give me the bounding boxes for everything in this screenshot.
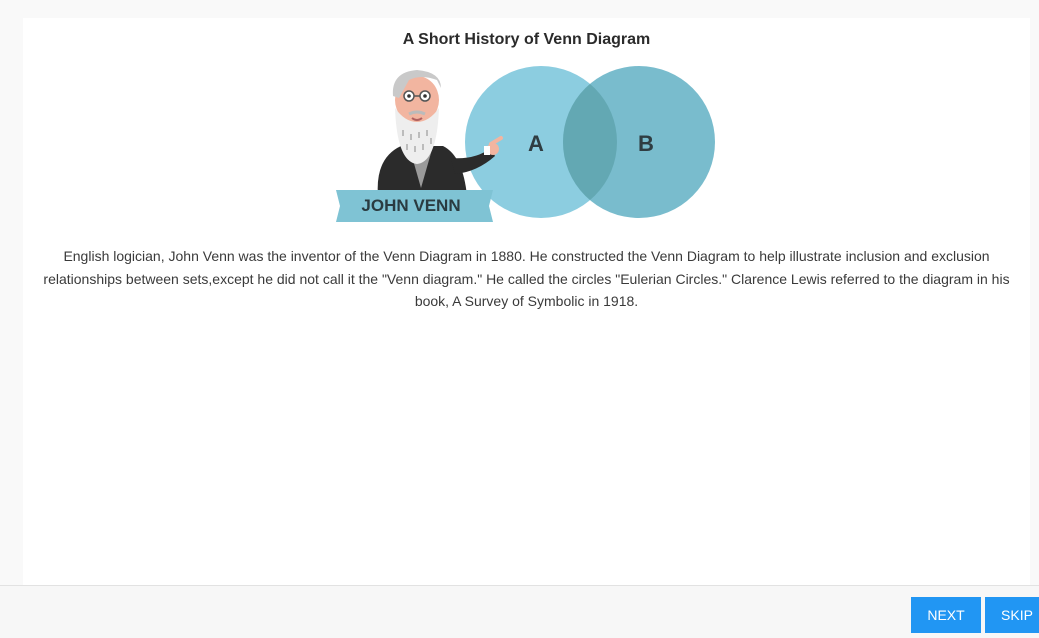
tutorial-card: A Short History of Venn Diagram A B JOHN… <box>23 18 1030 585</box>
circle-a-label: A <box>528 131 544 156</box>
next-button[interactable]: NEXT <box>911 597 981 633</box>
john-venn-illustration: A B JOHN VENN <box>336 66 715 222</box>
banner-label: JOHN VENN <box>361 196 460 215</box>
footer-bar: NEXT SKIP <box>0 585 1039 638</box>
venn-diagram: A B <box>465 66 715 218</box>
circle-b-label: B <box>638 131 654 156</box>
skip-button[interactable]: SKIP <box>985 597 1039 633</box>
history-description: English logician, John Venn was the inve… <box>43 248 1010 309</box>
name-banner: JOHN VENN <box>336 190 493 222</box>
